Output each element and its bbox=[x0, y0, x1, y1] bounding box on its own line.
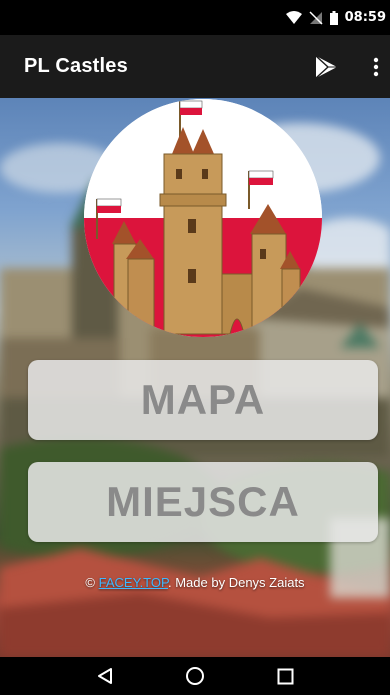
map-button[interactable]: MAPA bbox=[28, 360, 378, 440]
play-store-icon bbox=[315, 54, 337, 79]
wifi-icon bbox=[285, 10, 302, 25]
home-icon bbox=[186, 667, 204, 685]
castle-logo-icon bbox=[84, 99, 322, 337]
signal-off-icon bbox=[309, 10, 323, 25]
credit-prefix: © bbox=[85, 575, 99, 590]
navigation-bar bbox=[0, 657, 390, 695]
recents-button[interactable] bbox=[265, 657, 305, 695]
back-button[interactable] bbox=[85, 657, 125, 695]
app-bar: PL Castles bbox=[0, 35, 390, 98]
credit-suffix: . Made by Denys Zaiats bbox=[168, 575, 305, 590]
more-options-button[interactable] bbox=[362, 47, 390, 87]
back-icon bbox=[98, 668, 112, 684]
app-actions bbox=[306, 35, 390, 98]
battery-icon bbox=[329, 10, 338, 25]
app-title: PL Castles bbox=[24, 55, 128, 77]
facey-top-link[interactable]: FACEY.TOP bbox=[99, 575, 168, 590]
recents-icon bbox=[277, 668, 293, 684]
credit-line: © FACEY.TOP. Made by Denys Zaiats bbox=[0, 575, 390, 590]
home-button[interactable] bbox=[175, 657, 215, 695]
more-vert-icon bbox=[373, 57, 379, 76]
app-logo bbox=[84, 99, 322, 337]
status-time: 08:59 bbox=[344, 10, 386, 25]
status-bar: 08:59 bbox=[0, 0, 390, 35]
play-store-button[interactable] bbox=[306, 47, 346, 87]
places-button[interactable]: MIEJSCA bbox=[28, 462, 378, 542]
